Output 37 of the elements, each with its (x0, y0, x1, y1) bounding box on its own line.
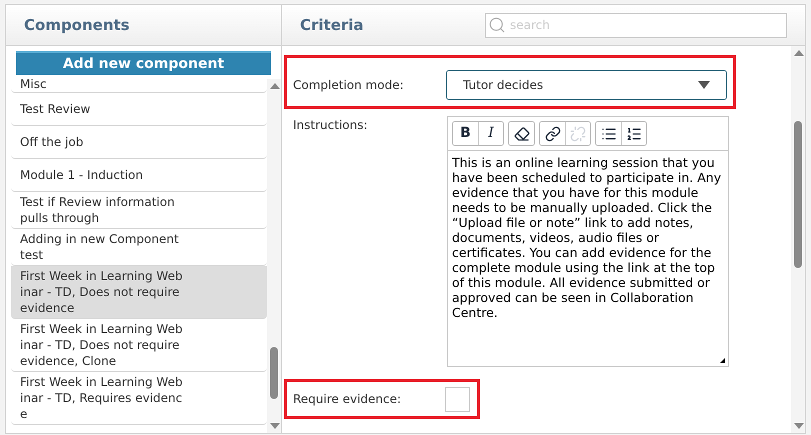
component-name: First Week in Learning Web inar - TD, Does not require evidence, Clone (20, 321, 184, 369)
require-evidence-checkbox[interactable] (445, 386, 470, 412)
instructions-text: This is an online learning session that you have been scheduled to participate in. Any evidence that you have for this module needs to be manually uploaded. Click the “Upload file or note” link to add notes, documents, videos, audio files or certificates. You can add evidence for the complete module using the link at the top of this module. All evidence submitted or approved can be seen in Collaboration Centre. (451, 154, 722, 320)
component-name: Test if Review information pulls through (20, 194, 176, 226)
numbered-list-icon (626, 126, 642, 142)
scroll-down-icon[interactable] (794, 423, 804, 429)
panel-title: Criteria (300, 14, 365, 36)
component-name: Module 1 - Induction (20, 167, 144, 183)
completion-mode-select[interactable]: Tutor decides (446, 70, 727, 100)
component-name: First Week in Learning Web inar - TD, Does not require evidence (20, 268, 184, 316)
scrollbar-thumb[interactable] (270, 347, 278, 399)
field-label: Require evidence: (293, 391, 402, 408)
eraser-icon (514, 126, 530, 142)
dropdown-caret-icon (698, 81, 710, 89)
scroll-up-icon[interactable] (270, 83, 280, 89)
field-label: Completion mode: (293, 77, 405, 94)
scrollbar-thumb[interactable] (794, 121, 802, 268)
scrollbar[interactable] (267, 79, 281, 433)
field-label: Instructions: (293, 117, 369, 134)
component-name: First Week in Learning Web inar - TD, Requires evidenc e (20, 374, 184, 422)
component-name: Off the job (20, 134, 84, 150)
scroll-up-icon[interactable] (794, 50, 804, 56)
toolbar-button[interactable]: B (453, 122, 478, 145)
component-item[interactable]: First Week in Learning Web inar - TD, Does not require evidence (11, 266, 267, 319)
component-name: Test Review (20, 101, 92, 117)
scroll-down-icon[interactable] (270, 423, 280, 429)
unlink-icon (570, 126, 586, 142)
component-name: Adding in new Component test (20, 231, 180, 263)
toolbar-button[interactable]: I (478, 122, 503, 145)
rich-text-editor[interactable] (447, 116, 729, 367)
add-component-button[interactable]: Add new component (16, 51, 271, 75)
panel-title: Components (24, 14, 130, 36)
link-icon (544, 126, 560, 142)
resize-handle-icon[interactable] (720, 358, 725, 363)
bulleted-list-icon (600, 126, 616, 142)
scrollbar[interactable] (791, 46, 805, 433)
search-icon (488, 16, 506, 34)
